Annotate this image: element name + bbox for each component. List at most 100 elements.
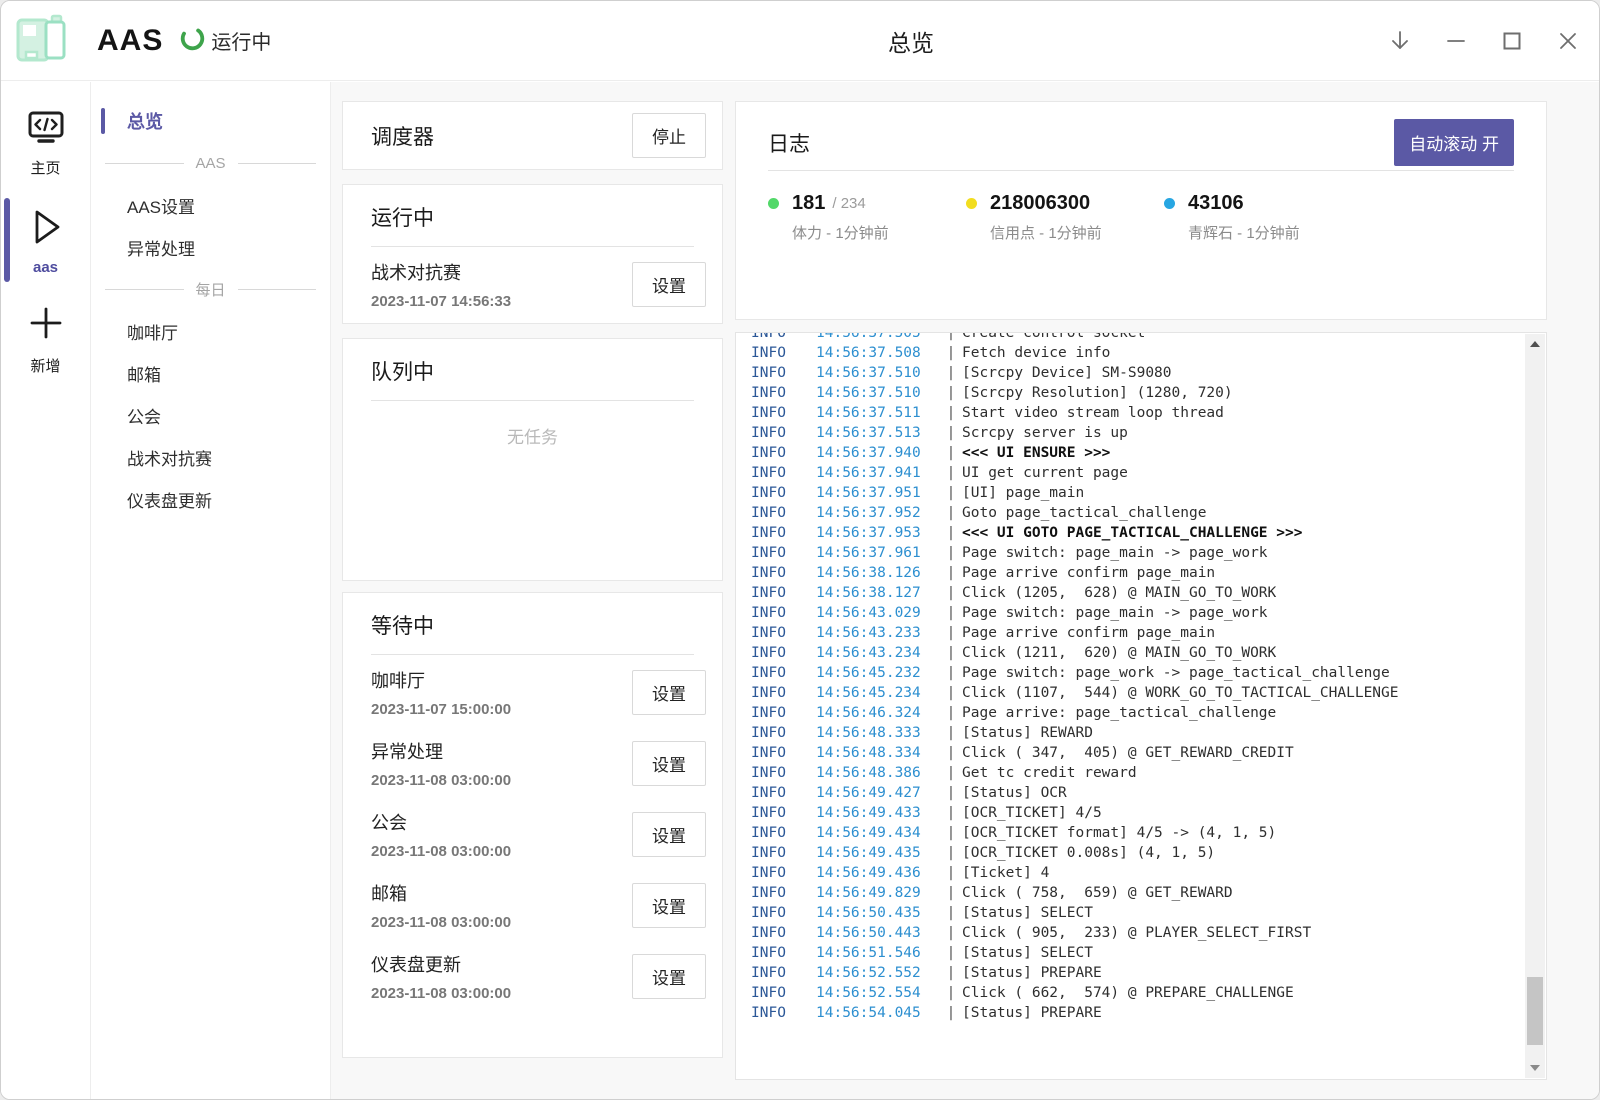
- log-message: [Ticket] 4: [962, 863, 1049, 883]
- running-status: 运行中: [179, 25, 271, 57]
- log-level: INFO: [736, 823, 816, 843]
- log-level: INFO: [736, 703, 816, 723]
- log-message: Page switch: page_work -> page_tactical_…: [962, 663, 1390, 683]
- stat-label: 信用点 - 1分钟前: [990, 222, 1164, 243]
- log-separator: |: [940, 343, 962, 363]
- log-panel[interactable]: INFO 14:56:37.505 | Create control socke…: [735, 332, 1547, 1080]
- settings-button[interactable]: 设置: [632, 262, 706, 307]
- log-separator: |: [940, 923, 962, 943]
- log-level: INFO: [736, 663, 816, 683]
- task-name: 邮箱: [371, 880, 511, 906]
- menu-item-overview[interactable]: 总览: [91, 100, 330, 142]
- menu-item[interactable]: 战术对抗赛: [91, 436, 330, 478]
- log-separator: |: [940, 403, 962, 423]
- log-line: INFO 14:56:51.546 | [Status] SELECT: [736, 943, 1546, 963]
- resource-stats: 181 / 234 体力 - 1分钟前 218006300 信用点 - 1分钟前: [768, 171, 1514, 243]
- card-scheduler: 调度器 停止: [342, 101, 723, 170]
- rail-item-add[interactable]: 新增: [1, 292, 90, 386]
- log-timestamp: 14:56:37.510: [816, 383, 940, 403]
- log-timestamp: 14:56:43.234: [816, 643, 940, 663]
- card-queue: 队列中 无任务: [342, 338, 723, 581]
- log-message: [Status] PREPARE: [962, 963, 1102, 983]
- log-message: [Status] REWARD: [962, 723, 1093, 743]
- log-line: INFO 14:56:37.511 | Start video stream l…: [736, 403, 1546, 423]
- log-separator: |: [940, 503, 962, 523]
- log-separator: |: [940, 903, 962, 923]
- settings-button[interactable]: 设置: [632, 741, 706, 786]
- menu-item[interactable]: AAS设置: [91, 184, 330, 226]
- log-separator: |: [940, 983, 962, 1003]
- settings-button[interactable]: 设置: [632, 670, 706, 715]
- stat-dot: [768, 198, 779, 209]
- task-time: 2023-11-08 03:00:00: [371, 772, 511, 789]
- log-line: INFO 14:56:49.436 | [Ticket] 4: [736, 863, 1546, 883]
- scrollbar-thumb[interactable]: [1527, 977, 1543, 1045]
- log-timestamp: 14:56:45.232: [816, 663, 940, 683]
- log-level: INFO: [736, 983, 816, 1003]
- log-separator: |: [940, 783, 962, 803]
- log-line: INFO 14:56:49.829 | Click ( 758, 659) @ …: [736, 883, 1546, 903]
- rail-item-home[interactable]: 主页: [1, 98, 90, 188]
- log-timestamp: 14:56:49.433: [816, 803, 940, 823]
- log-level: INFO: [736, 363, 816, 383]
- log-timestamp: 14:56:54.045: [816, 1003, 940, 1023]
- running-status-label: 运行中: [211, 26, 271, 55]
- menu-item[interactable]: 咖啡厅: [91, 310, 330, 352]
- log-message: Click (1211, 620) @ MAIN_GO_TO_WORK: [962, 643, 1276, 663]
- log-line: INFO 14:56:43.234 | Click (1211, 620) @ …: [736, 643, 1546, 663]
- log-timestamp: 14:56:48.333: [816, 723, 940, 743]
- autoscroll-toggle-button[interactable]: 自动滚动 开: [1394, 119, 1514, 166]
- log-line: INFO 14:56:37.941 | UI get current page: [736, 463, 1546, 483]
- menu-section-label: AAS: [196, 155, 226, 172]
- waiting-task-row: 异常处理 2023-11-08 03:00:00 设置: [371, 726, 706, 797]
- log-separator: |: [940, 963, 962, 983]
- log-line: INFO 14:56:37.510 | [Scrcpy Resolution] …: [736, 383, 1546, 403]
- log-level: INFO: [736, 903, 816, 923]
- log-timestamp: 14:56:50.443: [816, 923, 940, 943]
- log-level: INFO: [736, 923, 816, 943]
- settings-button[interactable]: 设置: [632, 812, 706, 857]
- log-level: INFO: [736, 863, 816, 883]
- stat-item: 43106 青辉石 - 1分钟前: [1164, 192, 1362, 243]
- log-timestamp: 14:56:52.552: [816, 963, 940, 983]
- scroll-up-arrow[interactable]: [1525, 334, 1545, 354]
- log-separator: |: [940, 443, 962, 463]
- log-separator: |: [940, 863, 962, 883]
- menu-item-label: 邮箱: [127, 361, 161, 386]
- minimize-button[interactable]: [1443, 28, 1469, 54]
- log-level: INFO: [736, 723, 816, 743]
- app-name: AAS: [97, 24, 163, 58]
- settings-button[interactable]: 设置: [632, 954, 706, 999]
- update-download-button[interactable]: [1387, 28, 1413, 54]
- stop-button[interactable]: 停止: [632, 113, 706, 158]
- log-line: INFO 14:56:50.443 | Click ( 905, 233) @ …: [736, 923, 1546, 943]
- log-line: INFO 14:56:48.386 | Get tc credit reward: [736, 763, 1546, 783]
- menu-item[interactable]: 异常处理: [91, 226, 330, 268]
- log-timestamp: 14:56:48.334: [816, 743, 940, 763]
- log-line: INFO 14:56:48.333 | [Status] REWARD: [736, 723, 1546, 743]
- log-timestamp: 14:56:43.233: [816, 623, 940, 643]
- stat-item: 218006300 信用点 - 1分钟前: [966, 192, 1164, 243]
- log-message: Scrcpy server is up: [962, 423, 1128, 443]
- scroll-down-arrow[interactable]: [1525, 1058, 1545, 1078]
- menu-item[interactable]: 邮箱: [91, 352, 330, 394]
- log-line: INFO 14:56:43.029 | Page switch: page_ma…: [736, 603, 1546, 623]
- log-line: INFO 14:56:37.952 | Goto page_tactical_c…: [736, 503, 1546, 523]
- log-scrollbar[interactable]: [1525, 334, 1545, 1078]
- log-message: Click ( 347, 405) @ GET_REWARD_CREDIT: [962, 743, 1294, 763]
- rail-item-aas[interactable]: aas: [1, 194, 90, 286]
- settings-button[interactable]: 设置: [632, 883, 706, 928]
- maximize-button[interactable]: [1499, 28, 1525, 54]
- log-level: INFO: [736, 463, 816, 483]
- log-timestamp: 14:56:49.434: [816, 823, 940, 843]
- menu-item-label: AAS设置: [127, 193, 195, 218]
- close-button[interactable]: [1555, 28, 1581, 54]
- stat-value: 181: [792, 192, 825, 215]
- menu-item[interactable]: 仪表盘更新: [91, 478, 330, 520]
- log-message: Click ( 662, 574) @ PREPARE_CHALLENGE: [962, 983, 1294, 1003]
- menu-item[interactable]: 公会: [91, 394, 330, 436]
- log-level: INFO: [736, 803, 816, 823]
- log-separator: |: [940, 703, 962, 723]
- log-level: INFO: [736, 623, 816, 643]
- log-separator: |: [940, 663, 962, 683]
